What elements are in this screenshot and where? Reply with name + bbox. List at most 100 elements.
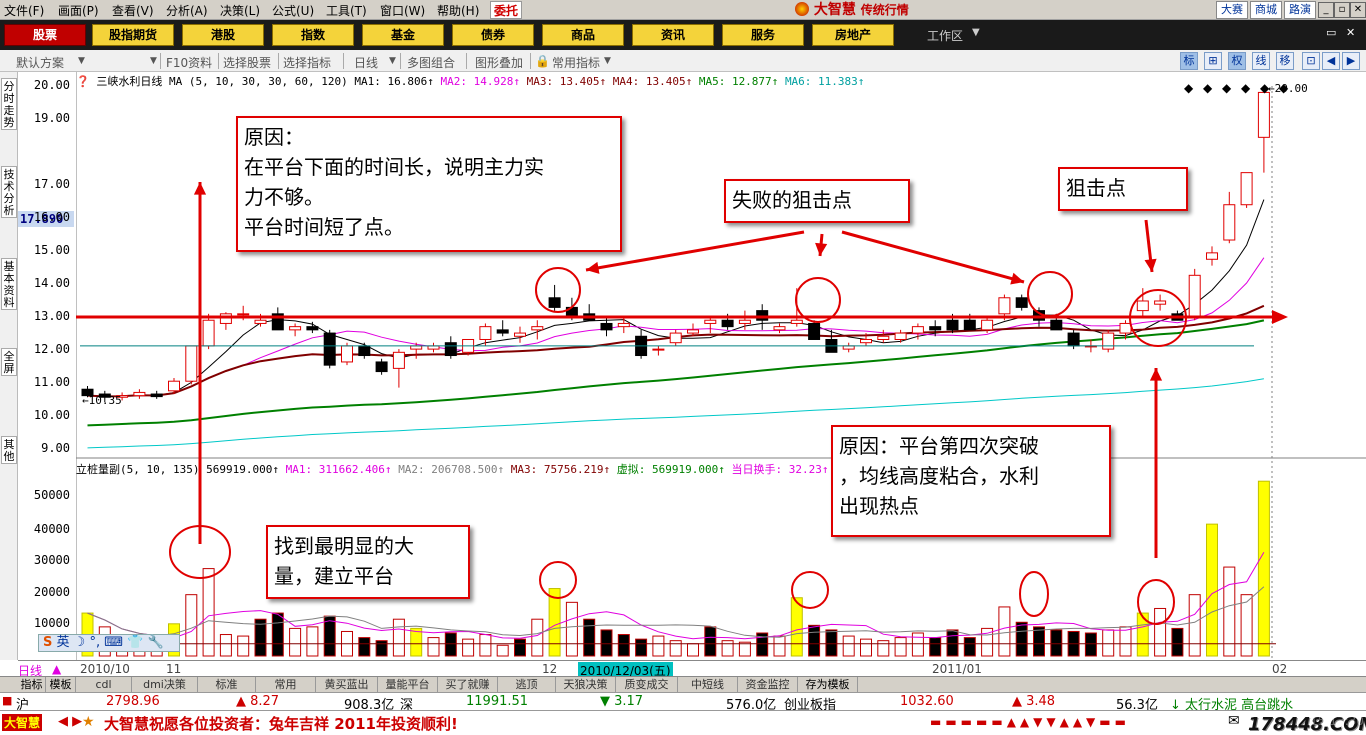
label-toggle-icon[interactable]: 标 [1180, 52, 1198, 70]
entrust-button[interactable]: 委托 [490, 1, 522, 19]
price-tick: 12.00 [33, 342, 70, 356]
status-message: 大智慧祝愿各位投资者：兔年吉祥 2011年投资顺利! [104, 715, 458, 733]
tab-fullscreen[interactable]: 全屏 [1, 348, 17, 376]
cat-info[interactable]: 资讯 [632, 24, 714, 46]
mall-button[interactable]: 商城 [1250, 1, 1282, 19]
menu-decision[interactable]: 决策(L) [220, 2, 260, 19]
select-stock-button[interactable]: 选择股票 [223, 54, 271, 71]
close-icon[interactable]: ✕ [1350, 2, 1366, 18]
tab-common[interactable]: 常用 [256, 677, 316, 693]
multi-chart-button[interactable]: 多图组合 [407, 54, 455, 71]
f10-button[interactable]: F10资料 [166, 54, 212, 71]
price-tick: 14.00 [33, 276, 70, 290]
roadshow-button[interactable]: 路演 [1284, 1, 1316, 19]
cat-index-futures[interactable]: 股指期货 [92, 24, 174, 46]
mail-icon[interactable]: ✉ [1228, 713, 1240, 729]
brand-name: 大智慧 [813, 2, 856, 18]
cat-service[interactable]: 服务 [722, 24, 804, 46]
line-tool-icon[interactable]: 线 [1252, 52, 1270, 70]
overlay-button[interactable]: 图形叠加 [475, 54, 523, 71]
blank-dropdown-icon[interactable]: ▼ [150, 56, 157, 66]
tab-yellow-blue[interactable]: 黄买蓝出 [316, 677, 378, 693]
sz-index[interactable]: 11991.51 [466, 694, 528, 709]
price-tick: 9.00 [41, 441, 70, 455]
cat-hk[interactable]: 港股 [182, 24, 264, 46]
date-label: 2010/10 [80, 662, 130, 676]
scheme-select[interactable]: 默认方案 [16, 54, 64, 71]
tab-cdl[interactable]: cdl [76, 677, 132, 693]
punct-icon[interactable]: °, [89, 635, 100, 650]
price-info-line: ❓ 三峡水利日线 MA (5, 10, 30, 30, 60, 120) MA1… [76, 73, 864, 89]
scroll-arrows-icon[interactable]: ◀ ▶ [58, 714, 82, 729]
sh-index[interactable]: 2798.96 [106, 694, 160, 709]
cat-index[interactable]: 指数 [272, 24, 354, 46]
tab-save-template[interactable]: 存为模板 [798, 677, 858, 693]
indicator-dropdown-icon[interactable]: ▼ [604, 56, 611, 66]
tab-fund-monitor[interactable]: 资金监控 [738, 677, 798, 693]
volume-bar [860, 638, 872, 657]
minimize-icon[interactable]: _ [1318, 2, 1334, 18]
volume-bar [565, 601, 578, 657]
price-tick: 20.00 [33, 78, 70, 92]
menu-formula[interactable]: 公式(U) [272, 2, 314, 19]
skin-icon[interactable]: 👕 [127, 635, 143, 650]
menu-help[interactable]: 帮助(H) [437, 2, 479, 19]
scheme-dropdown-icon[interactable]: ▼ [78, 56, 85, 66]
period-dropdown-icon[interactable]: ▼ [389, 56, 396, 66]
cat-stocks[interactable]: 股票 [4, 24, 86, 46]
menu-analysis[interactable]: 分析(A) [166, 2, 208, 19]
fullscreen-icon[interactable]: ⊡ [1302, 52, 1320, 70]
rights-adjust-icon[interactable]: 权 [1228, 52, 1246, 70]
menu-file[interactable]: 文件(F) [4, 2, 44, 19]
common-indicator-button[interactable]: 常用指标 [552, 54, 600, 71]
next-icon[interactable]: ▶ [1342, 52, 1360, 70]
tab-intraday[interactable]: 分时走势 [1, 78, 17, 130]
select-indicator-button[interactable]: 选择指标 [283, 54, 331, 71]
tab-mid-short[interactable]: 中短线 [678, 677, 738, 693]
period-select[interactable]: 日线 [354, 54, 378, 71]
cat-bonds[interactable]: 债券 [452, 24, 534, 46]
volume-bar [773, 635, 786, 657]
cat-realestate[interactable]: 房地产 [812, 24, 894, 46]
tab-indicator[interactable]: 指标 [18, 677, 46, 693]
tab-dmi[interactable]: dmi决策 [132, 677, 198, 693]
keyboard-icon[interactable]: ⌨ [104, 635, 123, 650]
tab-technical[interactable]: 技术分析 [1, 166, 17, 218]
tab-escape-top[interactable]: 逃顶 [498, 677, 556, 693]
workarea-dropdown-icon[interactable]: ▼ [972, 27, 980, 38]
panel-restore-icon[interactable]: ▭ [1326, 26, 1336, 39]
tab-buy-earn[interactable]: 买了就赚 [438, 677, 498, 693]
prev-icon[interactable]: ◀ [1322, 52, 1340, 70]
panel-close-icon[interactable]: ✕ [1346, 26, 1355, 39]
grid-toggle-icon[interactable]: ⊞ [1204, 52, 1222, 70]
cat-commodities[interactable]: 商品 [542, 24, 624, 46]
menu-tools[interactable]: 工具(T) [326, 2, 367, 19]
restore-icon[interactable]: ▫ [1334, 2, 1350, 18]
contest-button[interactable]: 大赛 [1216, 1, 1248, 19]
moon-icon[interactable]: ☽ [74, 635, 86, 650]
tab-volume-platform[interactable]: 量能平台 [378, 677, 438, 693]
kline-chart[interactable]: ◆ ◆ ◆ ◆ ◆ ◆ ❓ 三峡水利日线 MA (5, 10, 30, 30, 60, 1… [76, 72, 1366, 660]
cat-funds[interactable]: 基金 [362, 24, 444, 46]
divider [400, 53, 401, 69]
wrench-icon[interactable]: 🔧 [147, 635, 163, 650]
tab-fundamentals[interactable]: 基本资料 [1, 258, 17, 310]
tab-template[interactable]: 模板 [46, 677, 76, 693]
menu-window[interactable]: 窗口(W) [380, 2, 425, 19]
candle-body [721, 319, 734, 328]
price-tick: 17.00 [33, 177, 70, 191]
cy-index[interactable]: 1032.60 [900, 694, 954, 709]
menu-view[interactable]: 查看(V) [112, 2, 154, 19]
lock-icon[interactable]: 🔒 [535, 54, 550, 68]
move-tool-icon[interactable]: 移 [1276, 52, 1294, 70]
candle-body [669, 332, 682, 344]
workarea-label[interactable]: 工作区 [927, 27, 963, 44]
ime-language[interactable]: 英 [57, 635, 70, 650]
tab-standard[interactable]: 标准 [198, 677, 256, 693]
tab-other[interactable]: 其他 [1, 436, 17, 464]
candle-body [237, 313, 250, 316]
ime-toolbar[interactable]: S 英 ☽ °, ⌨ 👕 🔧 [38, 634, 180, 652]
menu-screen[interactable]: 画面(P) [58, 2, 99, 19]
tab-quality-deal[interactable]: 质变成交 [616, 677, 678, 693]
tab-wolf[interactable]: 天狼决策 [556, 677, 616, 693]
